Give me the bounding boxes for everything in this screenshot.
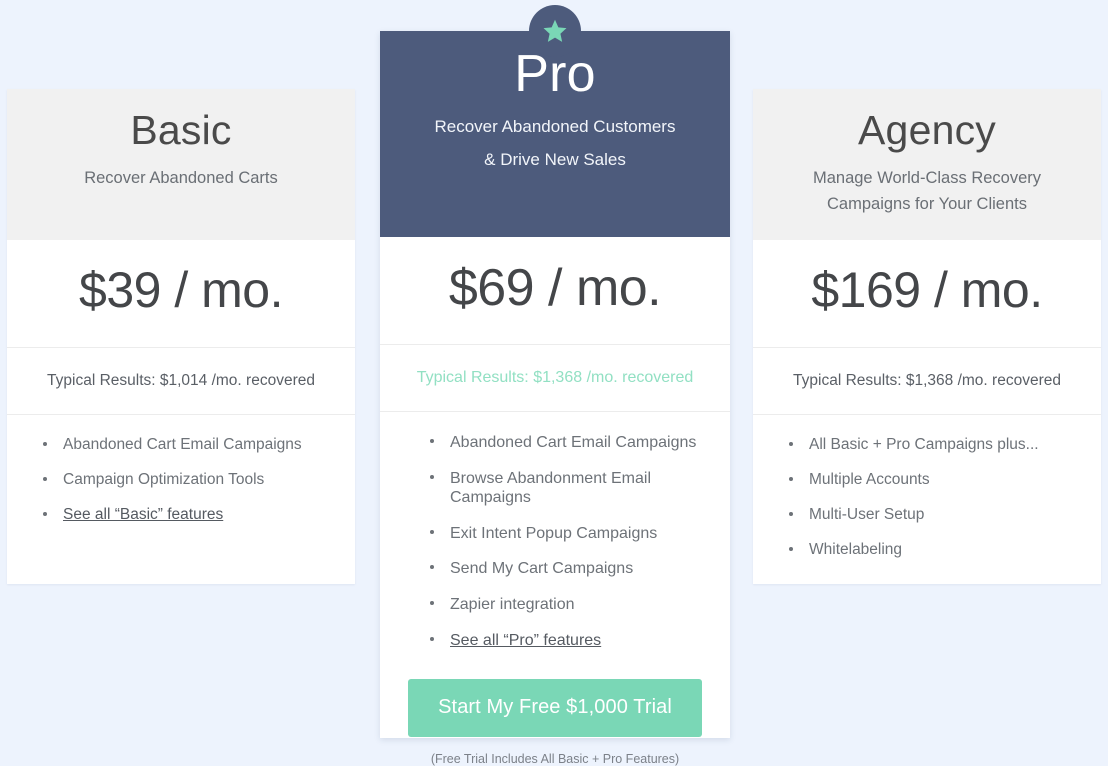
feature-label: Abandoned Cart Email Campaigns bbox=[450, 434, 697, 451]
price-basic: $39 / mo. bbox=[79, 262, 283, 318]
list-item: Whitelabeling bbox=[783, 541, 1101, 576]
results-row-pro: Typical Results: $1,368 /mo. recovered bbox=[380, 345, 730, 412]
cta-note: (Free Trial Includes All Basic + Pro Fea… bbox=[430, 752, 680, 766]
plan-name-agency: Agency bbox=[858, 107, 996, 153]
feature-label: Multiple Accounts bbox=[809, 471, 930, 489]
price-agency: $169 / mo. bbox=[811, 262, 1043, 318]
list-item: Exit Intent Popup Campaigns bbox=[424, 524, 730, 560]
list-item[interactable]: See all “Pro” features bbox=[424, 631, 730, 667]
list-item: Multiple Accounts bbox=[783, 471, 1101, 506]
list-item: Browse Abandonment Email Campaigns bbox=[424, 469, 730, 524]
typical-results-basic: Typical Results: $1,014 /mo. recovered bbox=[47, 372, 315, 389]
list-item: Send My Cart Campaigns bbox=[424, 559, 730, 595]
feature-label: Whitelabeling bbox=[809, 541, 903, 559]
typical-results-agency: Typical Results: $1,368 /mo. recovered bbox=[793, 372, 1061, 389]
feature-label: Exit Intent Popup Campaigns bbox=[450, 524, 658, 542]
feature-list-pro: Abandoned Cart Email Campaigns Browse Ab… bbox=[380, 412, 730, 666]
list-item: Multi-User Setup bbox=[783, 506, 1101, 541]
feature-label: All Basic + Pro Campaigns plus... bbox=[809, 436, 1039, 453]
pricing-card-basic[interactable]: Basic Recover Abandoned Carts $39 / mo. … bbox=[7, 89, 355, 584]
pricing-table: Basic Recover Abandoned Carts $39 / mo. … bbox=[0, 0, 1108, 766]
see-all-pro-features-link[interactable]: See all “Pro” features bbox=[450, 632, 601, 649]
price-row-agency: $169 / mo. bbox=[753, 240, 1101, 348]
list-item: Zapier integration bbox=[424, 595, 730, 631]
plan-tagline-pro-line2: & Drive New Sales bbox=[484, 149, 626, 169]
feature-label: Zapier integration bbox=[450, 595, 575, 613]
star-icon bbox=[529, 5, 581, 57]
plan-tagline-basic: Recover Abandoned Carts bbox=[84, 169, 278, 188]
plan-tagline-pro-line1: Recover Abandoned Customers bbox=[434, 117, 676, 137]
list-item: Campaign Optimization Tools bbox=[37, 471, 355, 506]
pricing-card-agency[interactable]: Agency Manage World-Class Recovery Campa… bbox=[753, 89, 1101, 584]
plan-tagline-agency-line1: Manage World-Class Recovery bbox=[812, 169, 1042, 188]
feature-label: Campaign Optimization Tools bbox=[63, 471, 265, 489]
pricing-card-pro[interactable]: Pro Recover Abandoned Customers & Drive … bbox=[380, 5, 730, 766]
start-free-trial-button[interactable]: Start My Free $1,000 Trial bbox=[408, 679, 702, 738]
cta-section: Start My Free $1,000 Trial (Free Trial I… bbox=[380, 666, 730, 766]
plan-name-basic: Basic bbox=[130, 107, 232, 153]
price-row-pro: $69 / mo. bbox=[380, 237, 730, 345]
price-row-basic: $39 / mo. bbox=[7, 240, 355, 348]
list-item: All Basic + Pro Campaigns plus... bbox=[783, 436, 1101, 471]
feature-label: Browse Abandonment Email Campaigns bbox=[450, 469, 651, 506]
price-pro: $69 / mo. bbox=[448, 259, 662, 317]
plan-tagline-agency-line2: Campaigns for Your Clients bbox=[827, 194, 1027, 213]
results-row-basic: Typical Results: $1,014 /mo. recovered bbox=[7, 348, 355, 415]
list-item[interactable]: See all “Basic” features bbox=[37, 506, 355, 541]
card-header-pro: Pro Recover Abandoned Customers & Drive … bbox=[380, 31, 730, 237]
see-all-basic-features-link[interactable]: See all “Basic” features bbox=[63, 506, 223, 523]
card-header-basic: Basic Recover Abandoned Carts bbox=[7, 89, 355, 240]
feature-label: Send My Cart Campaigns bbox=[450, 560, 634, 578]
card-header-agency: Agency Manage World-Class Recovery Campa… bbox=[753, 89, 1101, 240]
feature-label: Abandoned Cart Email Campaigns bbox=[63, 436, 302, 453]
feature-list-agency: All Basic + Pro Campaigns plus... Multip… bbox=[753, 415, 1101, 576]
list-item: Abandoned Cart Email Campaigns bbox=[37, 436, 355, 471]
feature-label: Multi-User Setup bbox=[809, 506, 925, 524]
list-item: Abandoned Cart Email Campaigns bbox=[424, 433, 730, 469]
plan-tagline-pro: Recover Abandoned Customers & Drive New … bbox=[380, 105, 730, 176]
plan-tagline-agency: Manage World-Class Recovery Campaigns fo… bbox=[753, 154, 1101, 217]
feature-list-basic: Abandoned Cart Email Campaigns Campaign … bbox=[7, 415, 355, 541]
results-row-agency: Typical Results: $1,368 /mo. recovered bbox=[753, 348, 1101, 415]
typical-results-pro: Typical Results: $1,368 /mo. recovered bbox=[416, 369, 694, 386]
